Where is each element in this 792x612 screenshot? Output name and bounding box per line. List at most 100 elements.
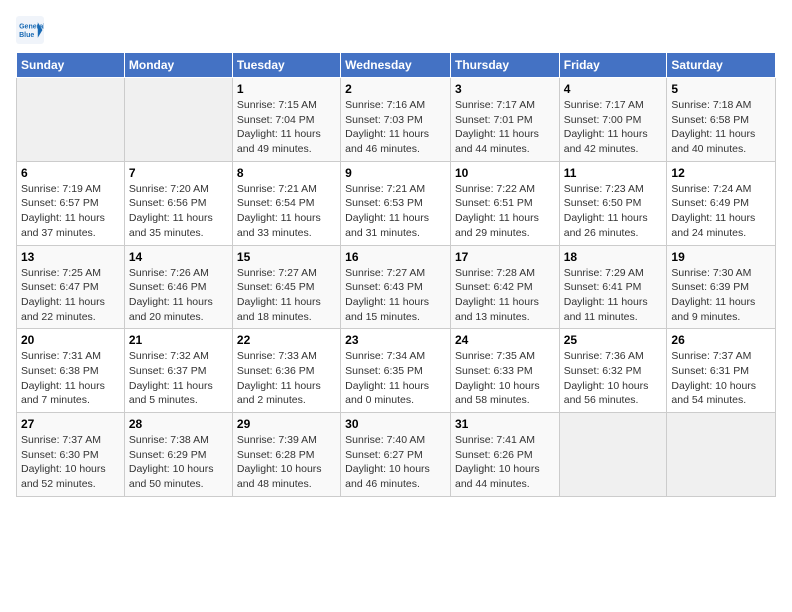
sunset-text: Sunset: 6:31 PM: [671, 365, 749, 377]
calendar-cell: 24 Sunrise: 7:35 AM Sunset: 6:33 PM Dayl…: [450, 329, 559, 413]
daylight-text: Daylight: 10 hours and 54 minutes.: [671, 380, 756, 407]
sunset-text: Sunset: 6:51 PM: [455, 197, 533, 209]
sunset-text: Sunset: 6:28 PM: [237, 449, 315, 461]
sunset-text: Sunset: 6:47 PM: [21, 281, 99, 293]
sunrise-text: Sunrise: 7:28 AM: [455, 267, 535, 279]
calendar-cell: [124, 78, 232, 162]
daylight-text: Daylight: 11 hours and 7 minutes.: [21, 380, 105, 407]
sunrise-text: Sunrise: 7:37 AM: [21, 434, 101, 446]
day-number: 26: [671, 333, 771, 347]
calendar-cell: 26 Sunrise: 7:37 AM Sunset: 6:31 PM Dayl…: [667, 329, 776, 413]
daylight-text: Daylight: 11 hours and 35 minutes.: [129, 212, 213, 239]
sunset-text: Sunset: 7:01 PM: [455, 114, 533, 126]
calendar-cell: 9 Sunrise: 7:21 AM Sunset: 6:53 PM Dayli…: [341, 161, 451, 245]
day-number: 15: [237, 250, 336, 264]
day-number: 28: [129, 417, 228, 431]
sunrise-text: Sunrise: 7:23 AM: [564, 183, 644, 195]
daylight-text: Daylight: 11 hours and 2 minutes.: [237, 380, 321, 407]
calendar-cell: 19 Sunrise: 7:30 AM Sunset: 6:39 PM Dayl…: [667, 245, 776, 329]
calendar-header-row: SundayMondayTuesdayWednesdayThursdayFrid…: [17, 53, 776, 78]
calendar-cell: 17 Sunrise: 7:28 AM Sunset: 6:42 PM Dayl…: [450, 245, 559, 329]
calendar-cell: [667, 413, 776, 497]
sunrise-text: Sunrise: 7:17 AM: [564, 99, 644, 111]
sunset-text: Sunset: 6:41 PM: [564, 281, 642, 293]
sunrise-text: Sunrise: 7:37 AM: [671, 350, 751, 362]
calendar-cell: 22 Sunrise: 7:33 AM Sunset: 6:36 PM Dayl…: [232, 329, 340, 413]
weekday-header: Thursday: [450, 53, 559, 78]
day-number: 31: [455, 417, 555, 431]
daylight-text: Daylight: 11 hours and 46 minutes.: [345, 128, 429, 155]
logo: General Blue: [16, 16, 44, 44]
daylight-text: Daylight: 11 hours and 44 minutes.: [455, 128, 539, 155]
logo-icon: General Blue: [16, 16, 44, 44]
calendar-week-row: 27 Sunrise: 7:37 AM Sunset: 6:30 PM Dayl…: [17, 413, 776, 497]
calendar-cell: 20 Sunrise: 7:31 AM Sunset: 6:38 PM Dayl…: [17, 329, 125, 413]
calendar-cell: [559, 413, 667, 497]
sunrise-text: Sunrise: 7:20 AM: [129, 183, 209, 195]
day-number: 5: [671, 82, 771, 96]
weekday-header: Wednesday: [341, 53, 451, 78]
sunset-text: Sunset: 6:42 PM: [455, 281, 533, 293]
day-number: 29: [237, 417, 336, 431]
day-number: 24: [455, 333, 555, 347]
sunrise-text: Sunrise: 7:25 AM: [21, 267, 101, 279]
weekday-header: Tuesday: [232, 53, 340, 78]
sunset-text: Sunset: 6:54 PM: [237, 197, 315, 209]
daylight-text: Daylight: 11 hours and 26 minutes.: [564, 212, 648, 239]
day-number: 3: [455, 82, 555, 96]
sunrise-text: Sunrise: 7:24 AM: [671, 183, 751, 195]
day-number: 9: [345, 166, 446, 180]
day-number: 1: [237, 82, 336, 96]
calendar-cell: 18 Sunrise: 7:29 AM Sunset: 6:41 PM Dayl…: [559, 245, 667, 329]
sunrise-text: Sunrise: 7:26 AM: [129, 267, 209, 279]
day-number: 2: [345, 82, 446, 96]
daylight-text: Daylight: 11 hours and 22 minutes.: [21, 296, 105, 323]
day-number: 22: [237, 333, 336, 347]
sunset-text: Sunset: 6:36 PM: [237, 365, 315, 377]
daylight-text: Daylight: 10 hours and 44 minutes.: [455, 463, 540, 490]
day-number: 13: [21, 250, 120, 264]
daylight-text: Daylight: 11 hours and 37 minutes.: [21, 212, 105, 239]
calendar-cell: 12 Sunrise: 7:24 AM Sunset: 6:49 PM Dayl…: [667, 161, 776, 245]
calendar-cell: 5 Sunrise: 7:18 AM Sunset: 6:58 PM Dayli…: [667, 78, 776, 162]
daylight-text: Daylight: 11 hours and 5 minutes.: [129, 380, 213, 407]
sunset-text: Sunset: 7:00 PM: [564, 114, 642, 126]
calendar-cell: 2 Sunrise: 7:16 AM Sunset: 7:03 PM Dayli…: [341, 78, 451, 162]
calendar-cell: 14 Sunrise: 7:26 AM Sunset: 6:46 PM Dayl…: [124, 245, 232, 329]
sunset-text: Sunset: 6:30 PM: [21, 449, 99, 461]
day-number: 6: [21, 166, 120, 180]
sunset-text: Sunset: 6:32 PM: [564, 365, 642, 377]
calendar-cell: 16 Sunrise: 7:27 AM Sunset: 6:43 PM Dayl…: [341, 245, 451, 329]
sunset-text: Sunset: 6:35 PM: [345, 365, 423, 377]
sunset-text: Sunset: 7:04 PM: [237, 114, 315, 126]
daylight-text: Daylight: 10 hours and 46 minutes.: [345, 463, 430, 490]
sunrise-text: Sunrise: 7:30 AM: [671, 267, 751, 279]
sunset-text: Sunset: 6:58 PM: [671, 114, 749, 126]
sunrise-text: Sunrise: 7:21 AM: [345, 183, 425, 195]
daylight-text: Daylight: 11 hours and 42 minutes.: [564, 128, 648, 155]
sunrise-text: Sunrise: 7:27 AM: [237, 267, 317, 279]
calendar-cell: 10 Sunrise: 7:22 AM Sunset: 6:51 PM Dayl…: [450, 161, 559, 245]
sunset-text: Sunset: 6:27 PM: [345, 449, 423, 461]
day-number: 25: [564, 333, 663, 347]
day-number: 21: [129, 333, 228, 347]
day-number: 19: [671, 250, 771, 264]
sunrise-text: Sunrise: 7:21 AM: [237, 183, 317, 195]
day-number: 18: [564, 250, 663, 264]
sunrise-text: Sunrise: 7:17 AM: [455, 99, 535, 111]
sunset-text: Sunset: 6:43 PM: [345, 281, 423, 293]
calendar-week-row: 1 Sunrise: 7:15 AM Sunset: 7:04 PM Dayli…: [17, 78, 776, 162]
daylight-text: Daylight: 11 hours and 40 minutes.: [671, 128, 755, 155]
weekday-header: Monday: [124, 53, 232, 78]
daylight-text: Daylight: 11 hours and 20 minutes.: [129, 296, 213, 323]
sunset-text: Sunset: 6:53 PM: [345, 197, 423, 209]
day-number: 16: [345, 250, 446, 264]
daylight-text: Daylight: 11 hours and 31 minutes.: [345, 212, 429, 239]
sunset-text: Sunset: 6:45 PM: [237, 281, 315, 293]
calendar-cell: 28 Sunrise: 7:38 AM Sunset: 6:29 PM Dayl…: [124, 413, 232, 497]
daylight-text: Daylight: 11 hours and 49 minutes.: [237, 128, 321, 155]
sunrise-text: Sunrise: 7:22 AM: [455, 183, 535, 195]
sunset-text: Sunset: 6:56 PM: [129, 197, 207, 209]
calendar-cell: 3 Sunrise: 7:17 AM Sunset: 7:01 PM Dayli…: [450, 78, 559, 162]
sunset-text: Sunset: 6:29 PM: [129, 449, 207, 461]
